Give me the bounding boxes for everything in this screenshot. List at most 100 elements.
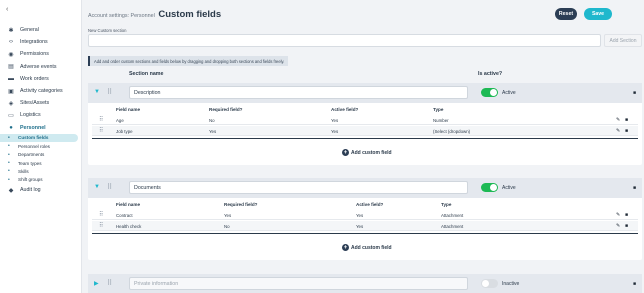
save-button[interactable]: Save — [584, 8, 612, 20]
new-section-input[interactable] — [88, 34, 601, 47]
edit-icon[interactable]: ✎ — [616, 212, 620, 218]
sidebar-item-adverse-events[interactable]: ▤ Adverse events — [0, 61, 82, 73]
sidebar-nav: ✱ General ‹› Integrations ◉ Permissions … — [0, 24, 82, 196]
truck-icon: ▭ — [8, 112, 14, 119]
edit-icon[interactable]: ✎ — [616, 223, 620, 229]
sidebar-item-label: Work orders — [20, 75, 49, 82]
edit-icon[interactable]: ✎ — [616, 128, 620, 134]
breadcrumb: Account settings: Personnel Custom field… — [88, 9, 221, 20]
active-toggle-label: Active — [502, 185, 516, 191]
sidebar-subitem-label: Custom fields — [18, 135, 49, 141]
sidebar-subitem-departments[interactable]: • Departments — [0, 150, 82, 158]
drag-handle-icon[interactable]: ⠿ — [107, 279, 112, 287]
active-toggle-label: Inactive — [502, 281, 520, 287]
drag-handle-icon[interactable]: ⠿ — [99, 222, 103, 229]
sidebar-subitem-personnel-roles[interactable]: • Personnel roles — [0, 142, 82, 150]
type-cell: Attachment — [441, 213, 464, 218]
shield-icon: ◉ — [8, 51, 14, 58]
person-icon: ● — [9, 124, 13, 131]
type-cell: Attachment — [441, 224, 464, 229]
chevron-down-icon[interactable]: ▼ — [94, 184, 100, 190]
code-icon: ‹› — [9, 39, 13, 46]
delete-icon[interactable]: ■ — [625, 128, 628, 134]
section-card: ▶ ⠿ Private information Inactive ■ — [88, 274, 642, 293]
section-name-input[interactable]: Description — [129, 86, 468, 99]
drag-handle-icon[interactable]: ⠿ — [99, 116, 103, 123]
section-name-input[interactable]: Private information — [129, 277, 468, 290]
active-cell: Yes — [331, 129, 339, 134]
shield-check-icon: ◆ — [8, 187, 14, 194]
bullet-icon: • — [8, 143, 10, 150]
plus-icon: + — [342, 244, 349, 251]
page-title: Custom fields — [158, 9, 222, 20]
drag-handle-icon[interactable]: ⠿ — [107, 88, 112, 96]
delete-icon[interactable]: ■ — [625, 117, 628, 123]
table-row[interactable]: ⠿ Contract Yes Yes Attachment ✎ ■ — [92, 210, 638, 220]
add-custom-field-button[interactable]: + Add custom field — [342, 149, 392, 156]
active-cell: Yes — [356, 224, 364, 229]
sidebar-item-integrations[interactable]: ‹› Integrations — [0, 36, 82, 48]
sidebar-subitem-label: Skills — [18, 168, 29, 174]
section-header: ▶ ⠿ Private information Inactive ■ — [88, 274, 642, 293]
active-toggle[interactable] — [481, 183, 498, 192]
type-header: Type — [433, 107, 444, 112]
section-name-input[interactable]: Documents — [129, 181, 468, 194]
table-row[interactable]: ⠿ Health check No Yes Attachment ✎ ■ — [92, 221, 638, 231]
delete-section-icon[interactable]: ■ — [633, 281, 636, 287]
sidebar-item-logistics[interactable]: ▭ Logistics — [0, 109, 82, 121]
drag-handle-icon[interactable]: ⠿ — [99, 211, 103, 218]
bullet-icon: • — [8, 151, 10, 158]
sidebar-item-permissions[interactable]: ◉ Permissions — [0, 48, 82, 60]
clipboard-icon: ▣ — [8, 88, 14, 95]
compass-icon: ◈ — [8, 100, 14, 107]
table-row[interactable]: ⠿ Age No Yes Number ✎ ■ — [92, 115, 638, 125]
sidebar-item-label: Integrations — [20, 39, 48, 46]
drag-handle-icon[interactable]: ⠿ — [107, 183, 112, 191]
bullet-icon: • — [8, 160, 10, 167]
sidebar-subitem-shift-groups[interactable]: • Shift groups — [0, 176, 82, 184]
sidebar-item-general[interactable]: ✱ General — [0, 24, 82, 36]
add-custom-field-label: Add custom field — [351, 149, 392, 156]
sidebar-item-label: Personnel — [20, 124, 46, 131]
delete-section-icon[interactable]: ■ — [633, 90, 636, 96]
sidebar-item-label: Audit log — [20, 187, 41, 194]
bullet-icon: • — [8, 168, 10, 175]
bullet-icon: • — [8, 176, 10, 183]
edit-icon[interactable]: ✎ — [616, 117, 620, 123]
sidebar-subitem-label: Personnel roles — [18, 143, 50, 149]
sidebar-item-sites-assets[interactable]: ◈ Sites/Assets — [0, 97, 82, 109]
active-cell: Yes — [356, 213, 364, 218]
sidebar-subitem-custom-fields[interactable]: • Custom fields — [0, 133, 78, 143]
delete-icon[interactable]: ■ — [625, 212, 628, 218]
sidebar-item-label: Permissions — [20, 51, 49, 58]
table-row[interactable]: ⠿ Job type Yes Yes (Select (dropdown) ✎ … — [92, 126, 638, 136]
delete-icon[interactable]: ■ — [625, 223, 628, 229]
required-field-header: Required field? — [209, 107, 243, 112]
sidebar-item-activity-categories[interactable]: ▣ Activity categories — [0, 85, 82, 97]
add-custom-field-button[interactable]: + Add custom field — [342, 244, 392, 251]
reset-button[interactable]: Reset — [555, 8, 577, 20]
add-section-button[interactable]: Add Section — [604, 34, 642, 47]
sidebar-subitem-label: Team types — [18, 160, 42, 166]
active-toggle[interactable] — [481, 279, 498, 288]
sidebar-subitem-skills[interactable]: • Skills — [0, 167, 82, 175]
sidebar-item-audit-log[interactable]: ◆ Audit log — [0, 184, 82, 196]
chevron-down-icon[interactable]: ▼ — [94, 89, 100, 95]
sidebar-item-work-orders[interactable]: ▬ Work orders — [0, 73, 82, 85]
folder-icon: ▬ — [8, 75, 14, 82]
is-active-column-header: Is active? — [478, 71, 503, 77]
field-name-header: Field name — [116, 107, 140, 112]
hint-banner: Add and order custom sections and fields… — [88, 56, 289, 66]
sidebar-item-personnel[interactable]: ● Personnel — [0, 122, 82, 134]
sidebar-item-label: Sites/Assets — [20, 100, 50, 107]
collapse-sidebar-icon[interactable]: ‹ — [6, 6, 8, 13]
required-cell: No — [209, 118, 215, 123]
sidebar-item-label: General — [20, 27, 39, 34]
chevron-right-icon[interactable]: ▶ — [94, 280, 99, 287]
drag-handle-icon[interactable]: ⠿ — [99, 127, 103, 134]
delete-section-icon[interactable]: ■ — [633, 185, 636, 191]
active-toggle[interactable] — [481, 88, 498, 97]
section-header: ▼ ⠿ Documents Active ■ — [88, 178, 642, 198]
sidebar-item-label: Logistics — [20, 112, 41, 119]
sidebar-subitem-team-types[interactable]: • Team types — [0, 159, 82, 167]
